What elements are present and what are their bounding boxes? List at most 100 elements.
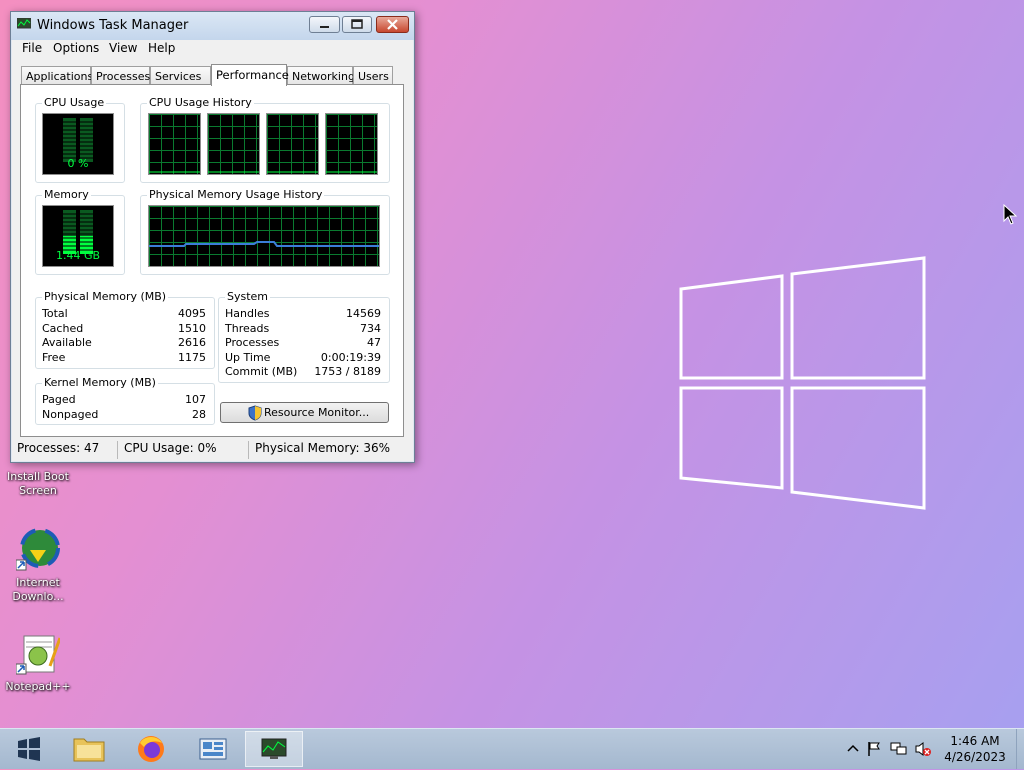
cpu-history-group: CPU Usage History (140, 96, 390, 183)
menu-help[interactable]: Help (148, 41, 175, 55)
tab-applications[interactable]: Applications (21, 66, 93, 84)
minimize-icon (320, 26, 329, 28)
desktop-icon-label: Notepad++ (5, 680, 71, 693)
action-center-flag-icon[interactable] (866, 741, 882, 757)
system-group: System Handles 14569 Threads 734 Process… (218, 290, 390, 383)
physical-memory-total-label: Total (42, 307, 68, 320)
maximize-button[interactable] (342, 16, 372, 33)
window-title: Windows Task Manager (37, 18, 189, 33)
title-bar[interactable]: Windows Task Manager (11, 12, 414, 40)
resource-monitor-label: Resource Monitor... (264, 406, 370, 419)
system-processes-value: 47 (367, 336, 381, 349)
taskbar-clock[interactable]: 1:46 AM 4/26/2023 (940, 733, 1010, 765)
desktop-icon-label: Install Boot Screen (7, 470, 69, 497)
task-manager-window: Windows Task Manager File Options View H… (10, 11, 415, 463)
cpu-history-graph-core-2 (207, 113, 260, 175)
start-button[interactable] (4, 731, 54, 767)
memory-value: 1.44 GB (55, 249, 101, 262)
kernel-memory-nonpaged-label: Nonpaged (42, 408, 99, 421)
tab-performance[interactable]: Performance (211, 64, 289, 86)
physical-memory-available-value: 2616 (178, 336, 206, 349)
physical-memory-free-label: Free (42, 351, 66, 364)
physical-memory-history-graph (148, 205, 380, 267)
network-icon[interactable] (890, 741, 908, 757)
cpu-usage-label: CPU Usage (42, 96, 107, 109)
system-commit-label: Commit (MB) (225, 365, 298, 378)
physical-memory-cached-label: Cached (42, 322, 84, 335)
cpu-usage-group: CPU Usage 0 % (35, 96, 125, 183)
cpu-history-label: CPU Usage History (147, 96, 254, 109)
desktop-icon-notepad-plus-plus[interactable]: Notepad++ (3, 632, 73, 694)
control-panel-icon (199, 738, 227, 760)
cpu-history-graph-core-4 (325, 113, 378, 175)
close-button[interactable] (376, 16, 409, 33)
taskbar-task-manager[interactable] (245, 731, 303, 767)
cpu-usage-value: 0 % (67, 157, 89, 170)
status-processes: Processes: 47 (17, 441, 100, 455)
system-uptime-value: 0:00:19:39 (320, 351, 381, 364)
clock-date: 4/26/2023 (944, 750, 1006, 764)
tab-users[interactable]: Users (353, 66, 393, 84)
minimize-button[interactable] (309, 16, 340, 33)
windows-logo-wallpaper (679, 256, 926, 510)
system-handles-value: 14569 (346, 307, 381, 320)
desktop-icon-label: Internet Downlo... (12, 576, 64, 603)
menu-options[interactable]: Options (53, 41, 99, 55)
memory-label: Memory (42, 188, 91, 201)
kernel-memory-group: Kernel Memory (MB) Paged 107 Nonpaged 28 (35, 376, 215, 425)
task-manager-icon (261, 738, 287, 759)
status-cpu-usage: CPU Usage: 0% (117, 441, 217, 459)
physical-memory-history-label: Physical Memory Usage History (147, 188, 325, 201)
kernel-memory-nonpaged-value: 28 (192, 408, 206, 421)
show-hidden-icons-chevron-icon[interactable] (846, 742, 860, 754)
internet-download-manager-icon (15, 528, 60, 572)
status-bar: Processes: 47 CPU Usage: 0% Physical Mem… (11, 437, 414, 461)
system-commit-value: 1753 / 8189 (314, 365, 381, 378)
physical-memory-group: Physical Memory (MB) Total 4095 Cached 1… (35, 290, 215, 369)
system-uptime-label: Up Time (225, 351, 271, 364)
physical-memory-free-value: 1175 (178, 351, 206, 364)
taskbar-firefox[interactable] (126, 731, 176, 767)
physical-memory-history-group: Physical Memory Usage History (140, 188, 390, 275)
performance-panel: CPU Usage 0 % CPU Usage History Memory 1… (20, 84, 404, 437)
physical-memory-total-value: 4095 (178, 307, 206, 320)
close-icon (387, 19, 398, 30)
desktop-icon-internet-download-manager[interactable]: Internet Downlo... (3, 528, 73, 604)
physical-memory-cached-value: 1510 (178, 322, 206, 335)
tab-processes[interactable]: Processes (91, 66, 150, 84)
resource-monitor-button[interactable]: Resource Monitor... (220, 402, 389, 423)
memory-group: Memory 1.44 GB (35, 188, 125, 275)
taskbar: 1:46 AM 4/26/2023 (0, 728, 1024, 769)
menu-bar: File Options View Help (11, 40, 414, 60)
taskbar-control-panel[interactable] (188, 731, 238, 767)
physical-memory-label: Physical Memory (MB) (42, 290, 169, 303)
system-label: System (225, 290, 271, 303)
shield-icon (248, 405, 262, 421)
menu-view[interactable]: View (109, 41, 137, 55)
tab-networking[interactable]: Networking (287, 66, 355, 84)
system-processes-label: Processes (225, 336, 280, 349)
tab-services[interactable]: Services (150, 66, 211, 84)
memory-meter: 1.44 GB (42, 205, 114, 267)
taskbar-file-explorer[interactable] (64, 731, 114, 767)
cpu-history-graph-core-1 (148, 113, 201, 175)
status-physical-memory: Physical Memory: 36% (248, 441, 390, 459)
task-manager-icon (17, 18, 31, 29)
clock-time: 1:46 AM (950, 734, 1000, 748)
system-threads-label: Threads (225, 322, 270, 335)
physical-memory-available-label: Available (42, 336, 92, 349)
cpu-history-graph-core-3 (266, 113, 319, 175)
kernel-memory-label: Kernel Memory (MB) (42, 376, 158, 389)
maximize-icon (351, 19, 363, 29)
show-desktop-button[interactable] (1016, 729, 1024, 769)
firefox-icon (138, 736, 164, 762)
kernel-memory-paged-label: Paged (42, 393, 76, 406)
cpu-usage-meter: 0 % (42, 113, 114, 175)
kernel-memory-paged-value: 107 (185, 393, 206, 406)
menu-file[interactable]: File (22, 41, 42, 55)
system-threads-value: 734 (360, 322, 381, 335)
volume-muted-icon[interactable] (914, 741, 932, 757)
notepad-plus-plus-icon (15, 632, 62, 676)
system-handles-label: Handles (225, 307, 270, 320)
windows-start-icon (18, 737, 40, 761)
